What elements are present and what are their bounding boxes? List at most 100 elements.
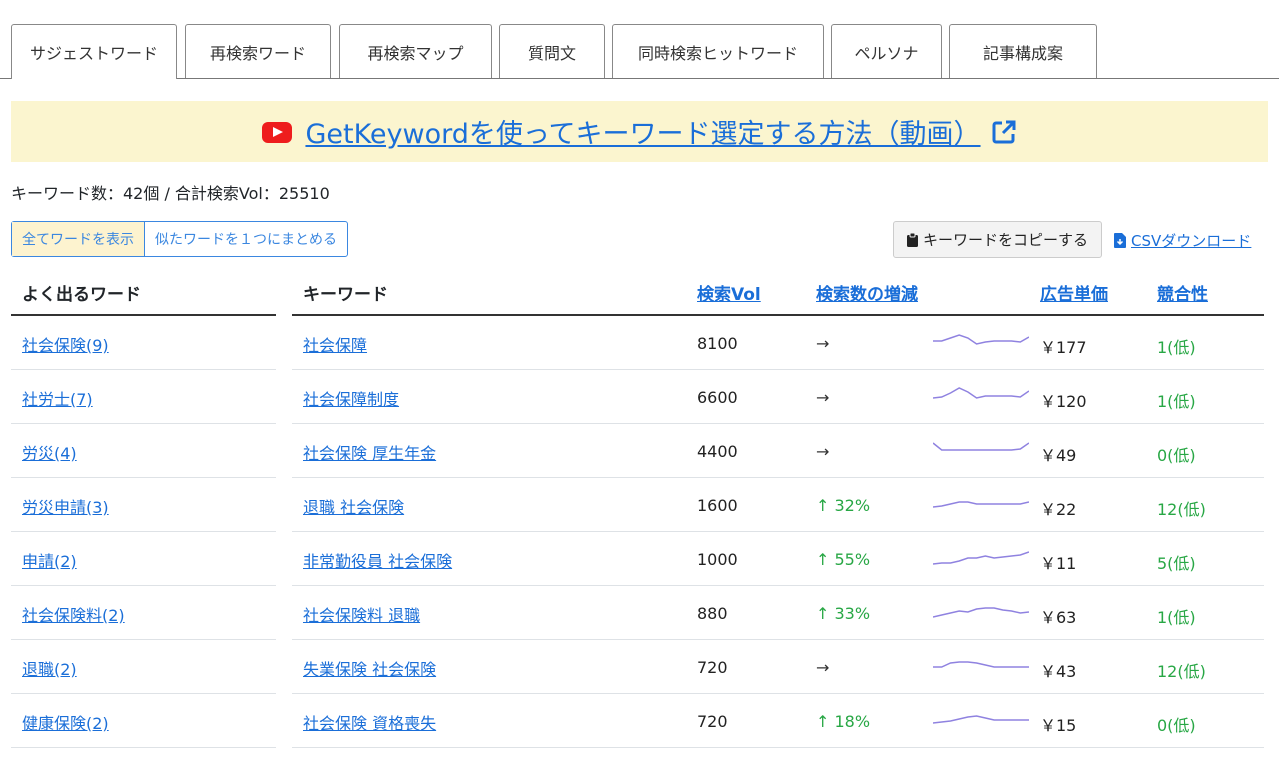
search-volume: 1600 (697, 496, 738, 515)
tab-label: 記事構成案 (982, 43, 1063, 63)
tab-label: 再検索ワード (209, 43, 306, 63)
sparkline-path (933, 501, 1029, 508)
keyword-link[interactable]: 非常勤役員 社会保険 (303, 548, 452, 572)
frequent-words-header: よく出るワード (22, 285, 141, 305)
sort-volume-header[interactable]: 検索Vol (697, 280, 761, 305)
sparkline-path (933, 334, 1029, 345)
keyword-link[interactable]: 失業保険 社会保険 (303, 656, 436, 680)
frequent-word-link[interactable]: 申請(2) (22, 548, 77, 572)
tab-suggest-words[interactable]: サジェストワード (11, 24, 177, 79)
cpc-value: ￥49 (1040, 446, 1077, 465)
cpc-value: ￥22 (1040, 500, 1077, 519)
frequent-word-row-divider (11, 477, 276, 478)
keyword-link[interactable]: 社会保険料 退職 (303, 602, 420, 626)
sort-competition-header[interactable]: 競合性 (1157, 280, 1208, 305)
sort-trend-header[interactable]: 検索数の増減 (816, 280, 918, 305)
table-row-divider (292, 693, 1264, 694)
keyword-link[interactable]: 社会保険 厚生年金 (303, 440, 436, 464)
copy-keywords-label: キーワードをコピーする (922, 231, 1088, 249)
frequent-word-link[interactable]: 労災(4) (22, 440, 77, 464)
keyword-link[interactable]: 退職 社会保険 (303, 494, 404, 518)
video-banner: GetKeywordを使ってキーワード選定する方法（動画） (11, 101, 1268, 162)
keyword-link[interactable]: 社会保障 (303, 332, 367, 356)
keyword-summary: キーワード数：42個 / 合計検索Vol：25510 (11, 184, 330, 203)
search-volume: 1000 (697, 550, 738, 569)
cpc-value: ￥120 (1040, 392, 1087, 411)
trend-sparkline (933, 501, 1029, 508)
frequent-word-row-divider (11, 747, 276, 748)
frequent-word-row-divider (11, 585, 276, 586)
sparkline-path (933, 387, 1029, 399)
clipboard-icon (906, 232, 918, 247)
trend-sparkline (933, 607, 1029, 618)
tab-co-search-words[interactable]: 同時検索ヒットワード (612, 24, 824, 78)
cpc-value: ￥177 (1040, 338, 1087, 357)
table-row-divider (292, 639, 1264, 640)
competition-value: 1(低) (1157, 392, 1196, 411)
search-volume: 4400 (697, 442, 738, 461)
trend-change: ↑ 18% (816, 712, 871, 731)
sort-cpc-header[interactable]: 広告単価 (1040, 280, 1108, 305)
tab-label: サジェストワード (29, 44, 158, 63)
table-row-divider (292, 369, 1264, 370)
csv-download-label: CSVダウンロード (1131, 232, 1252, 250)
frequent-words-header-rule (11, 314, 276, 316)
tab-bar: サジェストワード 再検索ワード 再検索マップ 質問文 同時検索ヒットワード ペル… (0, 0, 1279, 79)
tab-label: ペルソナ (854, 43, 919, 63)
trend-change: → (816, 658, 830, 677)
competition-value: 12(低) (1157, 500, 1206, 519)
tab-research-map[interactable]: 再検索マップ (339, 24, 492, 78)
trend-change: → (816, 334, 830, 353)
tab-research-words[interactable]: 再検索ワード (185, 24, 331, 78)
frequent-word-row-divider (11, 531, 276, 532)
competition-value: 0(低) (1157, 716, 1196, 735)
tab-article-outline[interactable]: 記事構成案 (949, 24, 1097, 78)
trend-sparkline (933, 551, 1029, 565)
keyword-column-header: キーワード (303, 285, 388, 305)
trend-sparkline (933, 661, 1029, 668)
frequent-word-link[interactable]: 退職(2) (22, 656, 77, 680)
frequent-word-link[interactable]: 健康保険(2) (22, 710, 109, 734)
competition-value: 1(低) (1157, 608, 1196, 627)
tab-persona[interactable]: ペルソナ (831, 24, 942, 78)
csv-download-link[interactable]: CSVダウンロード (1114, 230, 1251, 251)
frequent-word-link[interactable]: 労災申請(3) (22, 494, 109, 518)
table-row-divider (292, 531, 1264, 532)
tab-label: 質問文 (527, 43, 576, 63)
frequent-word-row-divider (11, 423, 276, 424)
trend-sparkline (933, 334, 1029, 345)
trend-sparkline (933, 387, 1029, 399)
search-volume: 880 (697, 604, 728, 623)
table-header-rule (292, 314, 1264, 316)
keyword-link[interactable]: 社会保険 資格喪失 (303, 710, 436, 734)
trend-change: ↑ 33% (816, 604, 871, 623)
sparkline-path (933, 442, 1029, 451)
group-similar-button[interactable]: 似たワードを１つにまとめる (145, 222, 347, 256)
sparkline-path (933, 607, 1029, 618)
sparkline-path (933, 551, 1029, 565)
trend-change: → (816, 442, 830, 461)
trend-change: ↑ 55% (816, 550, 871, 569)
competition-value: 5(低) (1157, 554, 1196, 573)
frequent-word-row-divider (11, 693, 276, 694)
frequent-word-row-divider (11, 369, 276, 370)
frequent-word-link[interactable]: 社労士(7) (22, 386, 93, 410)
competition-value: 12(低) (1157, 662, 1206, 681)
copy-keywords-button[interactable]: キーワードをコピーする (893, 221, 1102, 258)
external-link-icon[interactable] (991, 119, 1017, 145)
search-volume: 6600 (697, 388, 738, 407)
video-link[interactable]: GetKeywordを使ってキーワード選定する方法（動画） (305, 112, 980, 151)
table-row-divider (292, 477, 1264, 478)
cpc-value: ￥63 (1040, 608, 1077, 627)
frequent-word-link[interactable]: 社会保険料(2) (22, 602, 125, 626)
frequent-word-link[interactable]: 社会保険(9) (22, 332, 109, 356)
keyword-link[interactable]: 社会保障制度 (303, 386, 399, 410)
competition-value: 0(低) (1157, 446, 1196, 465)
table-row-divider (292, 423, 1264, 424)
tab-questions[interactable]: 質問文 (499, 24, 605, 78)
table-row-divider (292, 747, 1264, 748)
file-download-icon (1114, 233, 1126, 248)
sparkline-path (933, 661, 1029, 668)
show-all-button[interactable]: 全てワードを表示 (12, 222, 145, 256)
cpc-value: ￥15 (1040, 716, 1077, 735)
